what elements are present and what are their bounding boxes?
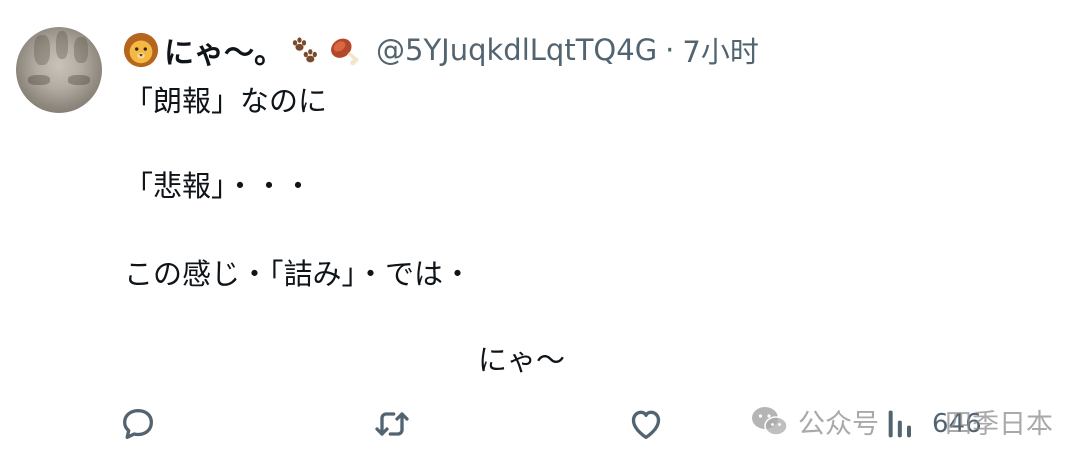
display-name[interactable]: にゃ〜。 xyxy=(122,28,364,72)
wechat-icon xyxy=(752,406,788,436)
meat-on-bone-icon xyxy=(331,38,359,66)
tweet-text-line-3: この感じ・「詰み」・では・ xyxy=(124,257,473,291)
heart-icon xyxy=(631,410,661,439)
like-button[interactable] xyxy=(626,404,666,444)
user-handle[interactable]: @5YJuqkdlLqtTQ4G xyxy=(376,33,657,67)
tweet-card[interactable]: にゃ〜。 @5YJuqkdlLqtTQ4G · 7小时 「朗報」なのに 「悲報」… xyxy=(0,0,1080,465)
tweet-text-line-1: 「朗報」なのに xyxy=(124,84,328,118)
retweet-button[interactable] xyxy=(372,404,412,444)
reply-bubble-icon xyxy=(123,409,153,439)
tweet-text-line-4: にゃ〜 xyxy=(478,343,566,377)
avatar[interactable] xyxy=(16,27,102,113)
tweet-header: にゃ〜。 @5YJuqkdlLqtTQ4G · 7小时 xyxy=(122,28,759,72)
paw-prints-icon xyxy=(292,37,317,63)
lion-face-icon xyxy=(123,32,159,68)
reply-button[interactable] xyxy=(118,404,158,444)
watermark-left-text: 公众号 xyxy=(798,409,879,440)
retweet-icon xyxy=(375,412,409,436)
separator-dot: · xyxy=(665,33,675,67)
post-time[interactable]: 7小时 xyxy=(682,29,758,71)
watermark: 公众号 四季日本 xyxy=(750,402,1053,441)
display-name-text: にゃ〜。 xyxy=(164,36,284,71)
tweet-text-line-2: 「悲報」・・・ xyxy=(124,169,313,203)
watermark-right-text: 四季日本 xyxy=(945,409,1053,440)
